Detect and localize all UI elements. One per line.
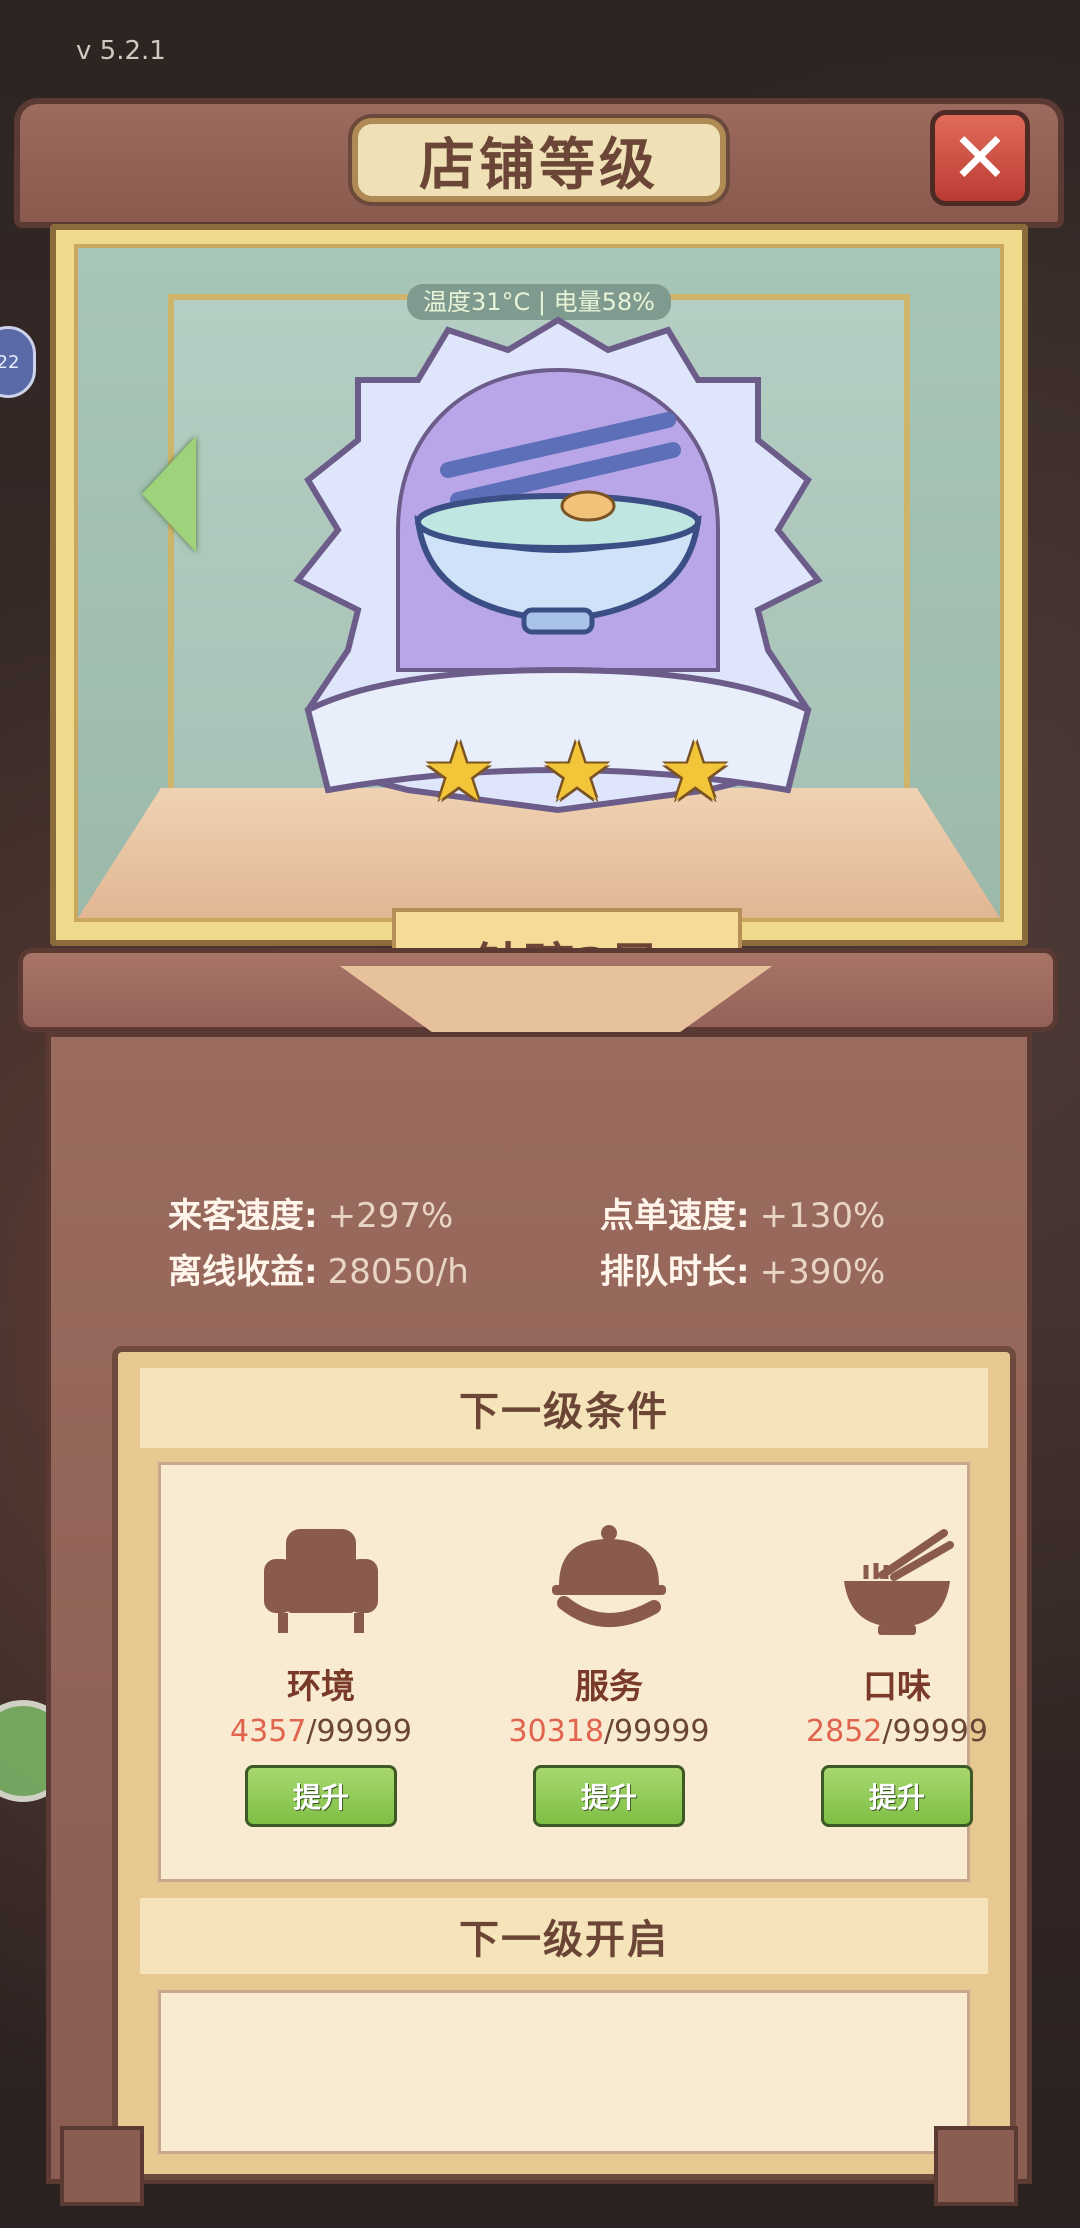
stat-label: 点单速度:	[600, 1196, 750, 1236]
condition-current: 4357	[230, 1714, 307, 1749]
condition-progress: 2852/99999	[767, 1714, 1027, 1749]
conditions-box: 环境 4357/99999 提升 服务 30318/99999 提升 口味 28…	[158, 1462, 988, 1882]
stat-queue-time: 排队时长: +390%	[600, 1244, 885, 1293]
stat-value: +390%	[759, 1252, 886, 1292]
noodle-bowl-icon	[767, 1505, 1027, 1655]
cabinet-leg	[60, 2126, 144, 2206]
star-icon: ★	[422, 725, 496, 820]
condition-name: 服务	[575, 1667, 643, 1707]
condition-name: 环境	[287, 1667, 355, 1707]
close-icon: ✕	[950, 117, 1010, 199]
condition-service: 服务 30318/99999 提升	[479, 1505, 739, 1827]
condition-progress: 30318/99999	[479, 1714, 739, 1749]
conditions-panel: 下一级条件 环境 4357/99999 提升 服务 30318/99999 提升…	[112, 1346, 1016, 2180]
stat-visit-speed: 来客速度: +297%	[168, 1188, 453, 1237]
condition-name: 口味	[863, 1667, 931, 1707]
condition-max: /99999	[306, 1714, 412, 1749]
unlock-header: 下一级开启	[140, 1898, 988, 1974]
armchair-icon	[191, 1505, 451, 1655]
stat-offline-income: 离线收益: 28050/h	[168, 1244, 469, 1293]
upgrade-taste-button[interactable]: 提升	[821, 1765, 973, 1827]
condition-max: /99999	[882, 1714, 988, 1749]
version-label: v 5.2.1	[76, 36, 166, 66]
unlock-title: 下一级开启	[459, 1917, 669, 1963]
condition-environment: 环境 4357/99999 提升	[191, 1505, 451, 1827]
shop-level-dialog: 店铺等级 ✕ 温度31°C | 电量58% ★ ★ ★ 钻碗3星	[14, 98, 1064, 2208]
cabinet-legs	[24, 2126, 1054, 2206]
upgrade-environment-button[interactable]: 提升	[245, 1765, 397, 1827]
stat-value: +130%	[759, 1196, 886, 1236]
stat-label: 来客速度:	[168, 1196, 318, 1236]
upgrade-service-button[interactable]: 提升	[533, 1765, 685, 1827]
condition-current: 30318	[508, 1714, 604, 1749]
stat-value: 28050/h	[327, 1252, 469, 1292]
condition-max: /99999	[603, 1714, 710, 1749]
level-stars: ★ ★ ★	[422, 732, 732, 814]
stat-label: 排队时长:	[600, 1252, 750, 1292]
close-button[interactable]: ✕	[930, 110, 1030, 206]
star-icon: ★	[540, 725, 614, 820]
conditions-header: 下一级条件	[140, 1368, 988, 1448]
star-icon: ★	[658, 725, 732, 820]
stat-value: +297%	[327, 1196, 454, 1236]
condition-progress: 4357/99999	[191, 1714, 451, 1749]
cabinet-leg	[934, 2126, 1018, 2206]
stat-order-speed: 点单速度: +130%	[600, 1188, 885, 1237]
dialog-title: 店铺等级	[419, 132, 659, 198]
title-plate: 店铺等级	[352, 118, 726, 202]
condition-taste: 口味 2852/99999 提升	[767, 1505, 1027, 1827]
cloche-icon	[479, 1505, 739, 1655]
stat-label: 离线收益:	[168, 1252, 318, 1292]
conditions-title: 下一级条件	[459, 1389, 669, 1435]
previous-level-arrow-icon[interactable]	[142, 436, 196, 552]
condition-current: 2852	[806, 1714, 883, 1749]
